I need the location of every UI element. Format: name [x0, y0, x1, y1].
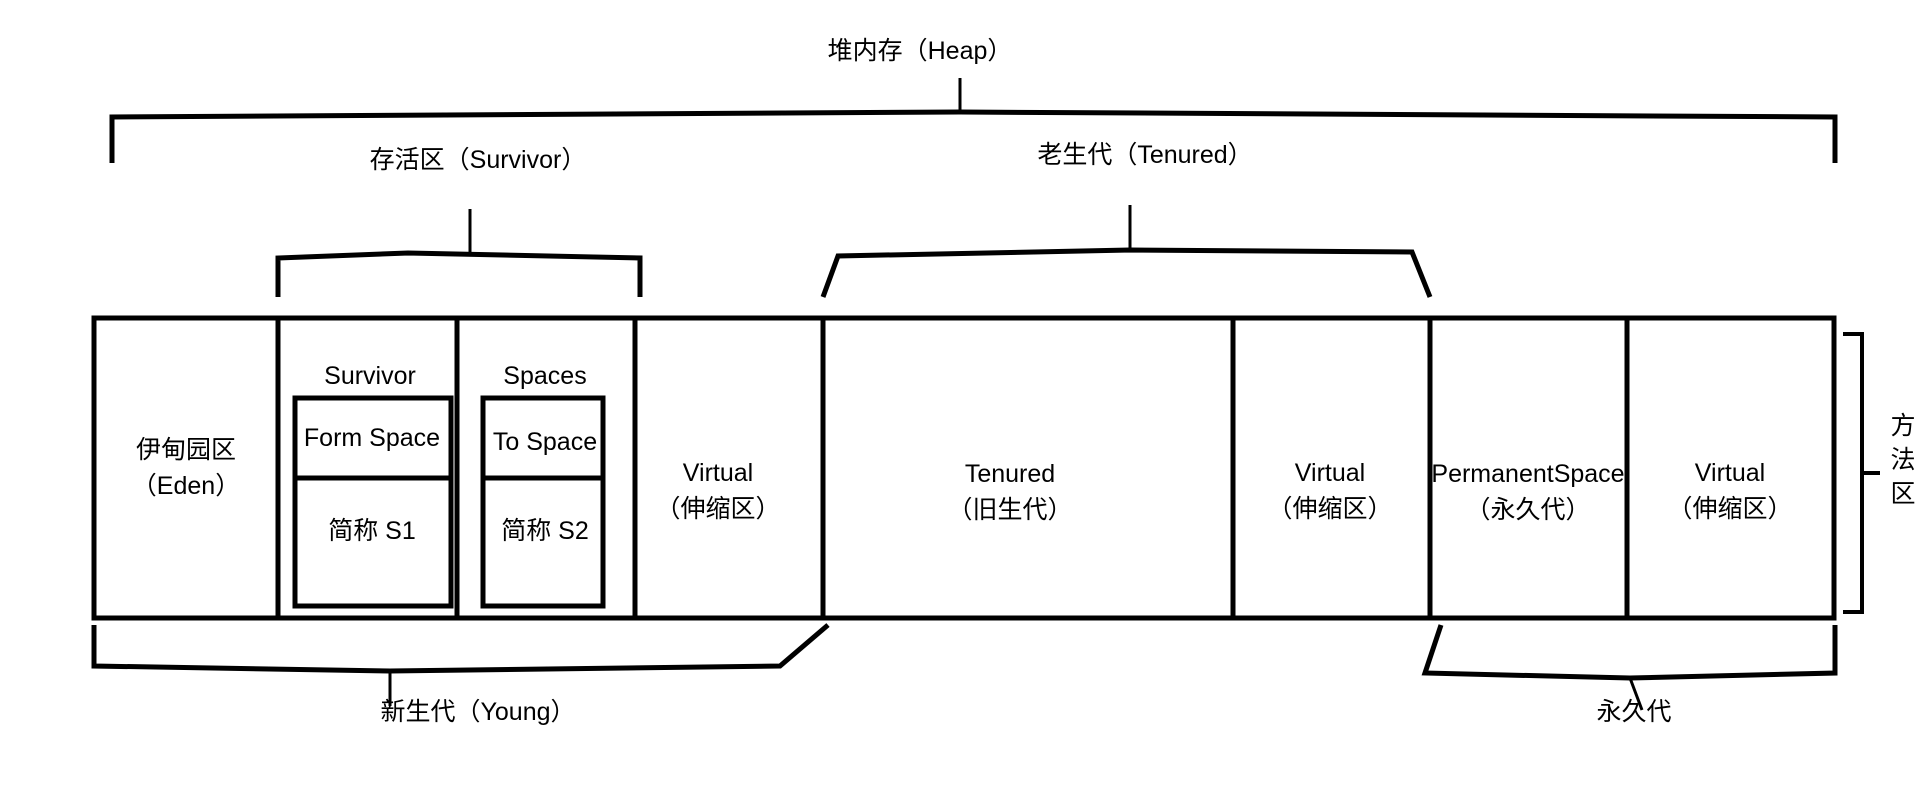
virtual-young-line2: （伸缩区） [655, 495, 781, 524]
survivor-to-inner-top: To Space [492, 428, 598, 456]
tenured-bracket [820, 205, 1433, 298]
virtual-tenured-line1: Virtual [1294, 459, 1366, 487]
permanent-bracket-label: 永久代 [1596, 698, 1672, 726]
tenured-line1: Tenured [964, 460, 1056, 488]
tenured-line2: （旧生代） [947, 496, 1073, 525]
heap-bracket-label: 堆内存（Heap） [827, 37, 1013, 65]
method-area-char-1: 方 [1890, 412, 1916, 440]
survivor-to-inner-bottom: 简称 S2 [501, 517, 589, 545]
young-bracket [91, 623, 830, 706]
virtual-tenured-region-label: Virtual （伸缩区） [1267, 455, 1392, 528]
jvm-memory-diagram [91, 78, 1880, 711]
survivor-bracket-label: 存活区（Survivor） [369, 146, 587, 174]
permanent-space-line2: （永久代） [1465, 496, 1591, 525]
survivor-from-header: Survivor [324, 362, 416, 390]
eden-region-label: 伊甸园区 （Eden） [132, 432, 240, 505]
method-area-label: 方 法 区 [1886, 410, 1920, 511]
survivor-from-inner-bottom: 简称 S1 [328, 517, 416, 545]
diagram-canvas: 堆内存（Heap） 存活区（Survivor） 老生代（Tenured） 伊甸园… [0, 0, 1920, 800]
method-area-bracket [1843, 332, 1880, 614]
permanent-space-region-label: PermanentSpace （永久代） [1431, 456, 1624, 529]
virtual-young-line1: Virtual [682, 459, 754, 487]
tenured-bracket-label: 老生代（Tenured） [1037, 141, 1253, 169]
virtual-permanent-line2: （伸缩区） [1667, 495, 1793, 524]
survivor-to-header: Spaces [503, 362, 587, 390]
virtual-tenured-line2: （伸缩区） [1267, 495, 1393, 524]
young-bracket-label: 新生代（Young） [380, 698, 576, 726]
eden-region-line1: 伊甸园区 [135, 436, 237, 464]
virtual-permanent-line1: Virtual [1694, 459, 1766, 487]
method-area-char-3: 区 [1890, 479, 1916, 508]
survivor-from-inner-top: Form Space [303, 424, 441, 452]
eden-region-line2: （Eden） [131, 472, 241, 501]
virtual-young-region-label: Virtual （伸缩区） [655, 455, 780, 528]
survivor-bracket [275, 209, 643, 297]
permanent-space-line1: PermanentSpace [1431, 460, 1625, 488]
tenured-region-label: Tenured （旧生代） [947, 456, 1072, 529]
virtual-permanent-region-label: Virtual （伸缩区） [1667, 455, 1792, 528]
method-area-char-2: 法 [1890, 445, 1916, 474]
